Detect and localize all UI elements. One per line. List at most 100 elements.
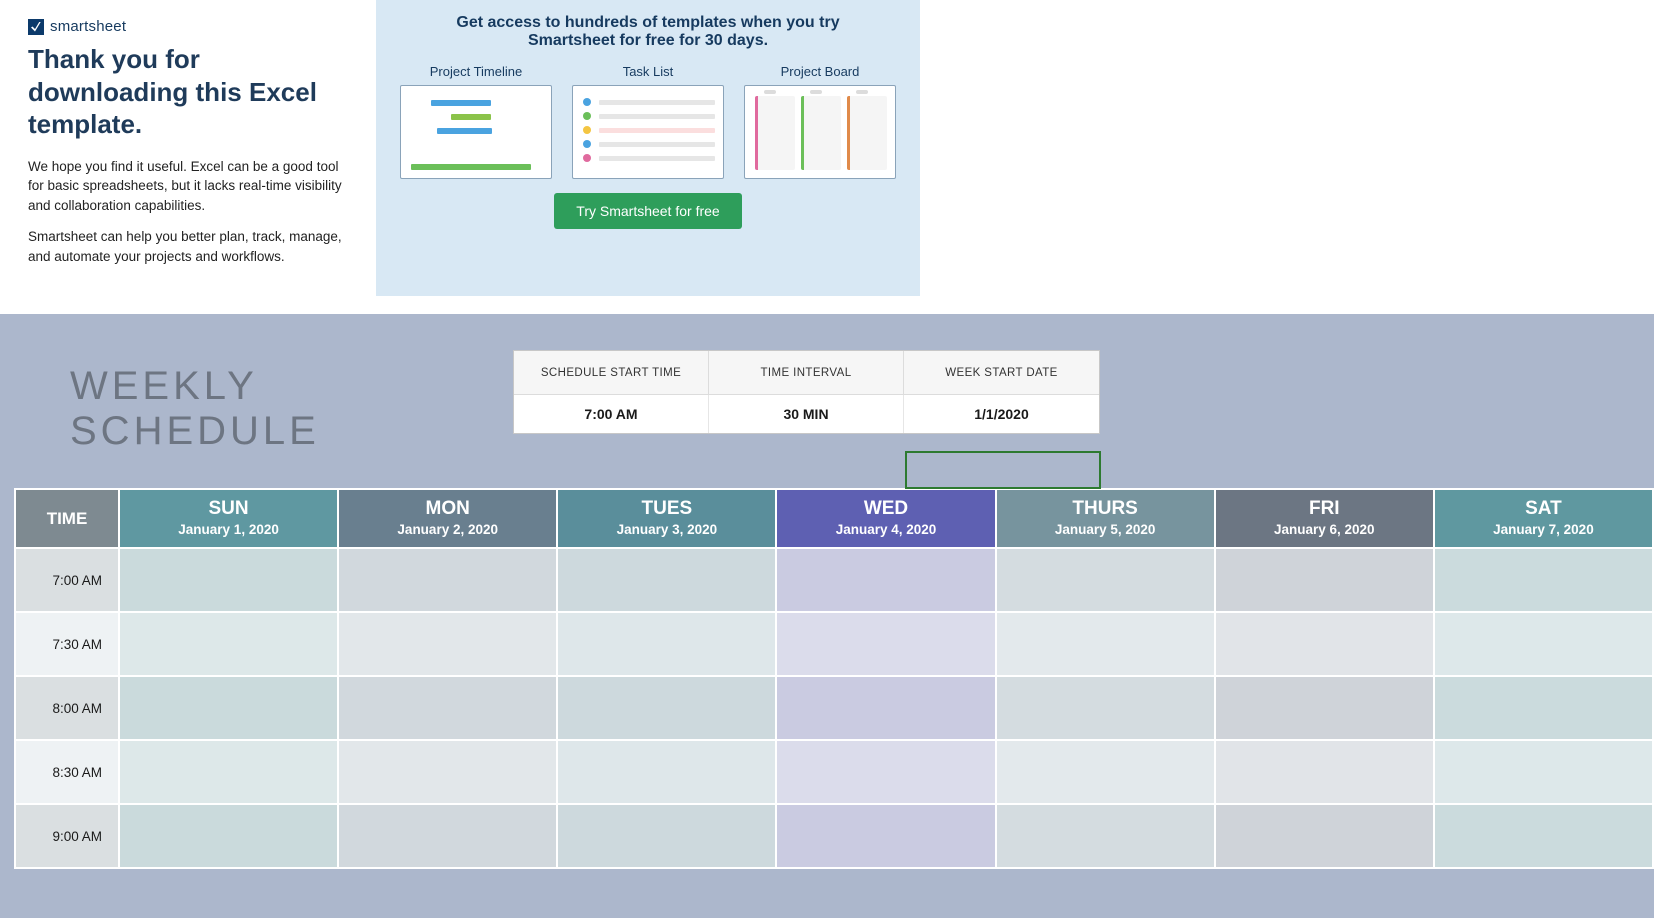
thumbnail-tasklist-icon (572, 85, 724, 179)
day-header-sat: SAT January 7, 2020 (1434, 489, 1653, 548)
config-header-start-time: SCHEDULE START TIME (514, 351, 709, 395)
card-title: Task List (572, 64, 724, 79)
day-header-wed: WED January 4, 2020 (776, 489, 995, 548)
schedule-slot[interactable] (776, 804, 995, 868)
smartsheet-logo: smartsheet (28, 18, 356, 35)
promo-left: smartsheet Thank you for downloading thi… (0, 0, 376, 296)
try-smartsheet-button[interactable]: Try Smartsheet for free (554, 193, 741, 229)
schedule-section: WEEKLY SCHEDULE SCHEDULE START TIME 7:00… (0, 314, 1654, 918)
schedule-slot[interactable] (1215, 740, 1434, 804)
active-cell-selection-icon (905, 451, 1101, 489)
schedule-slot[interactable] (996, 612, 1215, 676)
card-title: Project Board (744, 64, 896, 79)
calendar-table: TIME SUN January 1, 2020 MON January 2, … (14, 488, 1654, 869)
page-title: WEEKLY SCHEDULE (70, 364, 455, 454)
config-cell-interval[interactable]: 30 MIN (709, 395, 904, 433)
schedule-slot[interactable] (776, 676, 995, 740)
day-date: January 2, 2020 (339, 522, 556, 537)
day-name: SAT (1435, 498, 1652, 520)
schedule-slot[interactable] (1434, 740, 1653, 804)
schedule-slot[interactable] (1215, 548, 1434, 612)
time-cell: 7:00 AM (15, 548, 119, 612)
schedule-slot[interactable] (338, 612, 557, 676)
schedule-slot[interactable] (996, 740, 1215, 804)
day-name: TUES (558, 498, 775, 520)
promo-banner: smartsheet Thank you for downloading thi… (0, 0, 920, 296)
schedule-slot[interactable] (1215, 676, 1434, 740)
schedule-slot[interactable] (776, 548, 995, 612)
calendar-header-row: TIME SUN January 1, 2020 MON January 2, … (15, 489, 1653, 548)
day-name: THURS (997, 498, 1214, 520)
promo-right-headline: Get access to hundreds of templates when… (418, 14, 878, 50)
schedule-slot[interactable] (996, 548, 1215, 612)
schedule-slot[interactable] (557, 612, 776, 676)
schedule-slot[interactable] (1434, 612, 1653, 676)
template-cards: Project Timeline Task List Project Board (400, 64, 896, 179)
card-task-list[interactable]: Task List (572, 64, 724, 179)
schedule-slot[interactable] (119, 740, 338, 804)
schedule-slot[interactable] (1434, 548, 1653, 612)
day-date: January 1, 2020 (120, 522, 337, 537)
day-date: January 4, 2020 (777, 522, 994, 537)
config-table: SCHEDULE START TIME 7:00 AM TIME INTERVA… (513, 350, 1100, 434)
promo-body-2: Smartsheet can help you better plan, tra… (28, 227, 356, 266)
day-name: MON (339, 498, 556, 520)
schedule-slot[interactable] (338, 676, 557, 740)
time-column-header: TIME (15, 489, 119, 548)
promo-body-1: We hope you find it useful. Excel can be… (28, 157, 356, 216)
day-date: January 5, 2020 (997, 522, 1214, 537)
thumbnail-board-icon (744, 85, 896, 179)
calendar-row: 8:00 AM (15, 676, 1653, 740)
schedule-slot[interactable] (996, 676, 1215, 740)
schedule-slot[interactable] (557, 676, 776, 740)
config-cell-start-time[interactable]: 7:00 AM (514, 395, 709, 433)
config-header-interval: TIME INTERVAL (709, 351, 904, 395)
time-cell: 8:00 AM (15, 676, 119, 740)
day-date: January 7, 2020 (1435, 522, 1652, 537)
logo-mark-icon (28, 19, 44, 35)
schedule-slot[interactable] (776, 612, 995, 676)
schedule-slot[interactable] (338, 548, 557, 612)
time-cell: 9:00 AM (15, 804, 119, 868)
schedule-slot[interactable] (119, 612, 338, 676)
calendar-row: 7:30 AM (15, 612, 1653, 676)
schedule-slot[interactable] (557, 740, 776, 804)
card-title: Project Timeline (400, 64, 552, 79)
schedule-slot[interactable] (1215, 804, 1434, 868)
schedule-slot[interactable] (338, 804, 557, 868)
calendar-row: 8:30 AM (15, 740, 1653, 804)
day-header-sun: SUN January 1, 2020 (119, 489, 338, 548)
card-project-board[interactable]: Project Board (744, 64, 896, 179)
day-header-tue: TUES January 3, 2020 (557, 489, 776, 548)
logo-text: smartsheet (50, 18, 126, 35)
card-project-timeline[interactable]: Project Timeline (400, 64, 552, 179)
schedule-slot[interactable] (119, 548, 338, 612)
time-cell: 8:30 AM (15, 740, 119, 804)
schedule-slot[interactable] (1215, 612, 1434, 676)
schedule-area: TIME SUN January 1, 2020 MON January 2, … (0, 488, 1654, 869)
schedule-slot[interactable] (557, 804, 776, 868)
calendar-row: 7:00 AM (15, 548, 1653, 612)
schedule-slot[interactable] (119, 804, 338, 868)
config-cell-week-start[interactable]: 1/1/2020 (904, 395, 1099, 433)
day-date: January 3, 2020 (558, 522, 775, 537)
schedule-slot[interactable] (557, 548, 776, 612)
day-header-mon: MON January 2, 2020 (338, 489, 557, 548)
thank-you-title: Thank you for downloading this Excel tem… (28, 43, 356, 141)
schedule-slot[interactable] (338, 740, 557, 804)
day-date: January 6, 2020 (1216, 522, 1433, 537)
day-name: WED (777, 498, 994, 520)
time-cell: 7:30 AM (15, 612, 119, 676)
config-header-week-start: WEEK START DATE (904, 351, 1099, 395)
schedule-slot[interactable] (1434, 804, 1653, 868)
calendar-row: 9:00 AM (15, 804, 1653, 868)
day-name: FRI (1216, 498, 1433, 520)
schedule-slot[interactable] (1434, 676, 1653, 740)
thumbnail-timeline-icon (400, 85, 552, 179)
day-header-thu: THURS January 5, 2020 (996, 489, 1215, 548)
schedule-slot[interactable] (119, 676, 338, 740)
schedule-slot[interactable] (776, 740, 995, 804)
day-header-fri: FRI January 6, 2020 (1215, 489, 1434, 548)
promo-right: Get access to hundreds of templates when… (376, 0, 920, 296)
schedule-slot[interactable] (996, 804, 1215, 868)
